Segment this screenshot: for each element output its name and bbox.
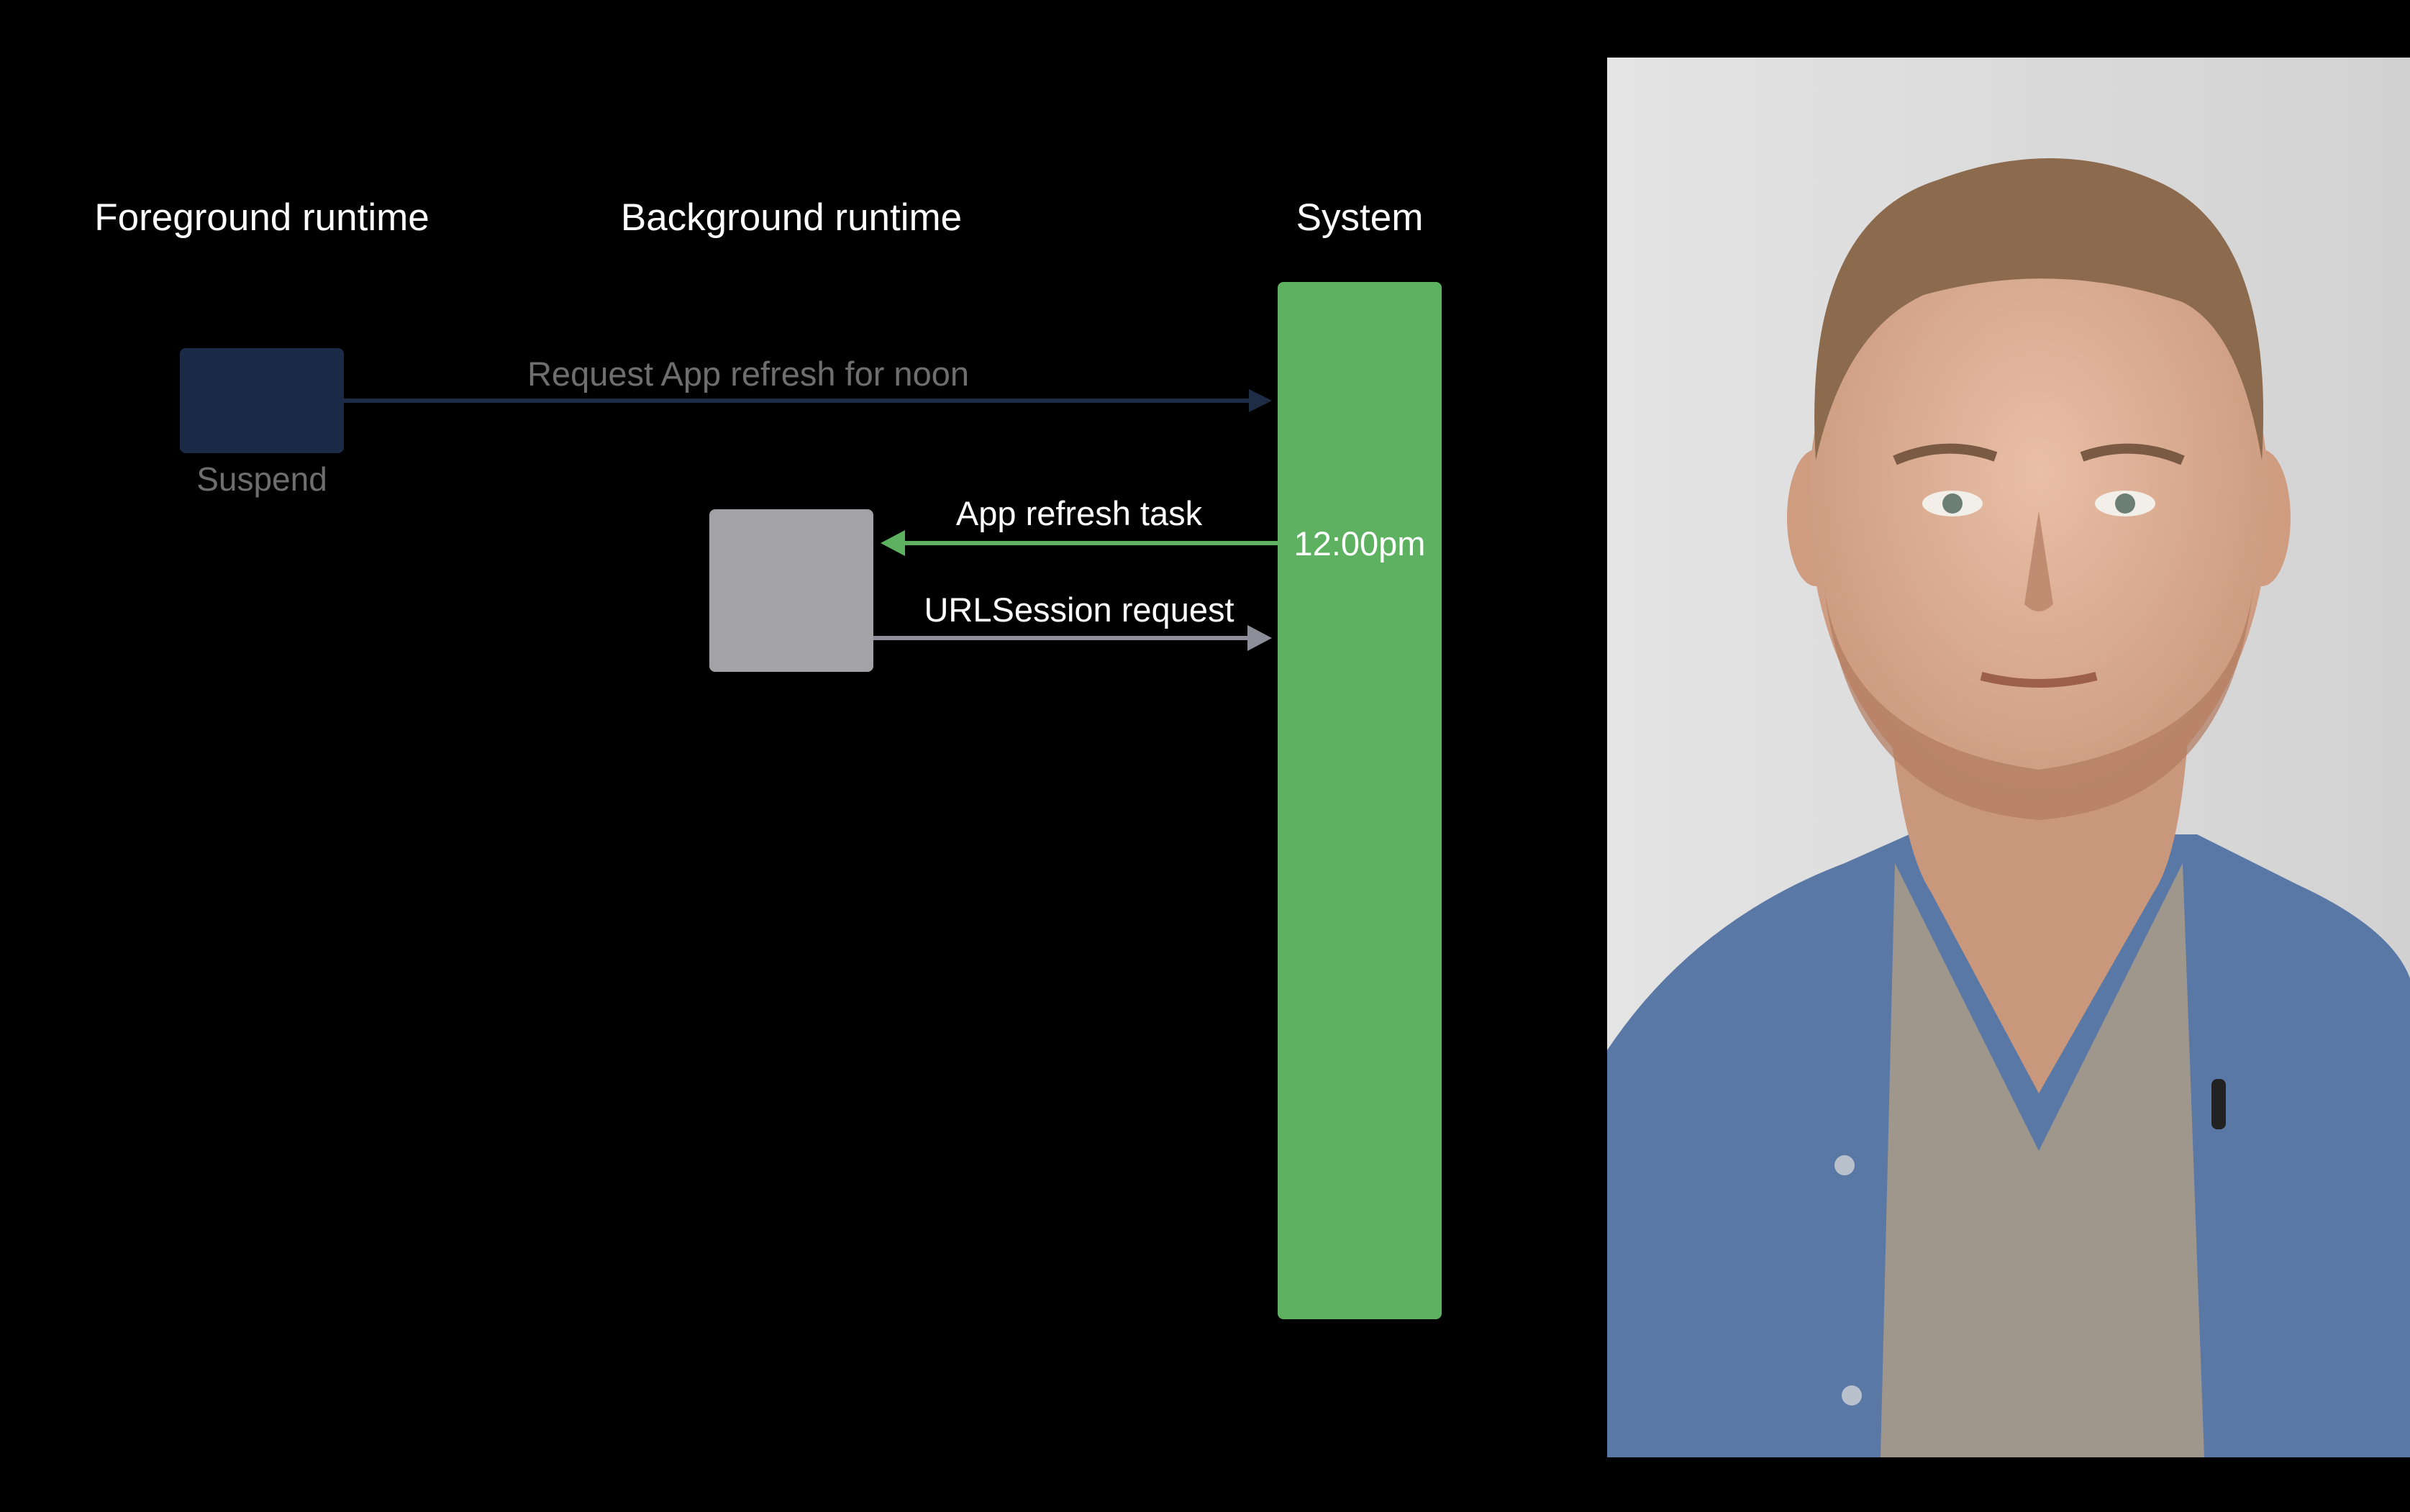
speaker-video <box>1607 58 2410 1457</box>
app-refresh-task-arrow <box>881 530 1278 556</box>
urlsession-request-arrow <box>873 625 1272 651</box>
request-refresh-arrow <box>344 389 1272 412</box>
message-arrows <box>344 389 1278 651</box>
speaker-portrait-icon <box>1607 58 2410 1457</box>
presentation-slide: Foreground runtime Background runtime Sy… <box>0 0 2410 1512</box>
